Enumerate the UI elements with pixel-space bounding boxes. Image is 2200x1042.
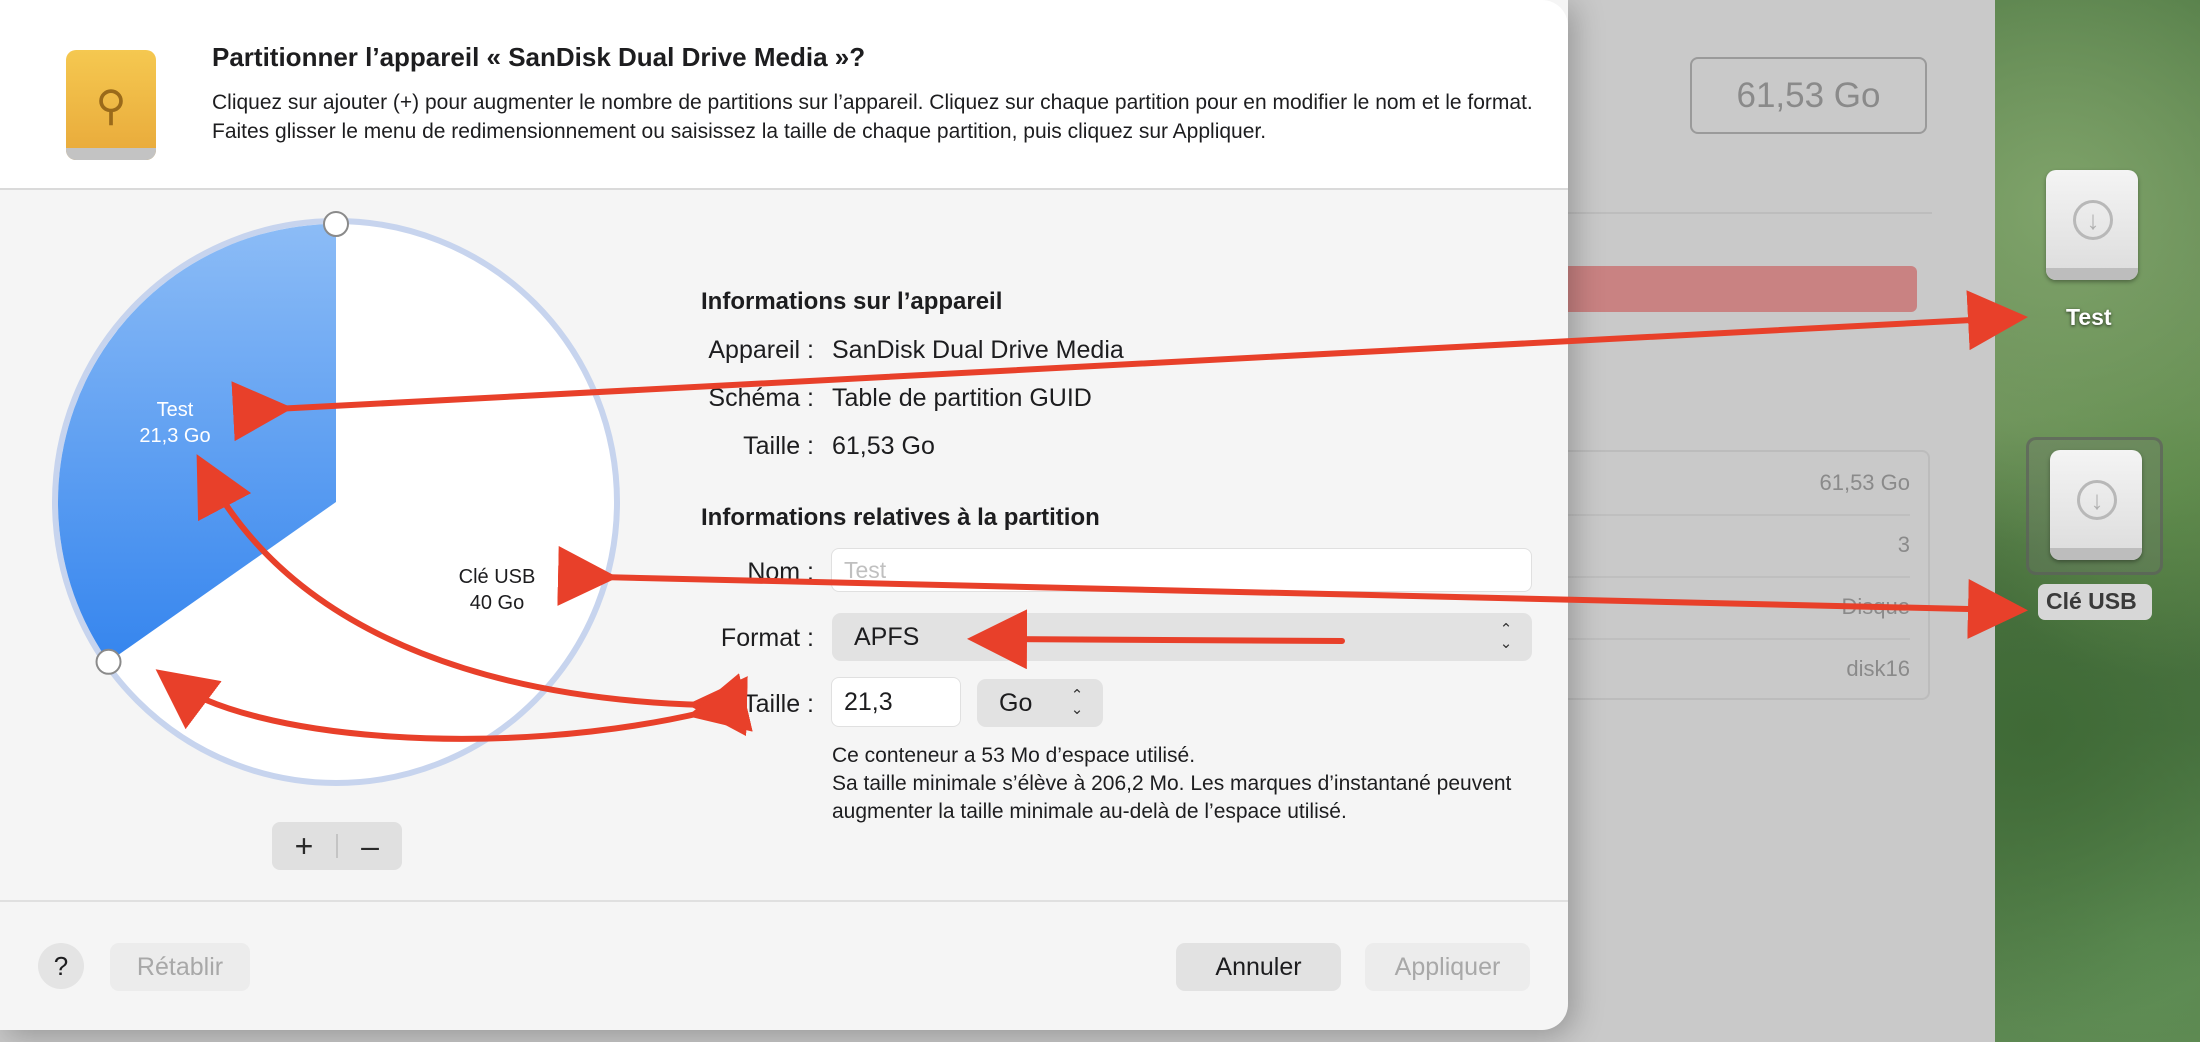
desktop-drive-usb-label[interactable]: Clé USB [2046, 588, 2137, 615]
pie-label-usb-size: 40 Go [470, 592, 524, 614]
device-size-value: 61,53 Go [832, 432, 935, 460]
device-label: Appareil : [708, 336, 814, 364]
partition-dialog: ⚲ Partitionner l’appareil « SanDisk Dual… [0, 0, 1568, 1030]
dialog-header: ⚲ Partitionner l’appareil « SanDisk Dual… [0, 0, 1568, 190]
device-value: SanDisk Dual Drive Media [832, 336, 1124, 364]
partition-size-label: Taille : [743, 690, 814, 718]
updown-chevron-icon: ⌃ ⌄ [1499, 621, 1513, 652]
background-info-table: 61,53 Go 3 Disque disk16 [1560, 450, 1930, 700]
background-separator [1560, 212, 1932, 214]
remove-partition-button[interactable]: – [338, 822, 402, 870]
pie-label-usb-name: Clé USB [459, 566, 536, 588]
size-unit-value: Go [999, 688, 1033, 717]
desktop-drive-test[interactable]: ↓ [2046, 170, 2138, 280]
updown-chevron-icon: ⌃ ⌄ [1070, 687, 1084, 718]
desktop-drive-test-label[interactable]: Test [2066, 304, 2112, 331]
add-partition-button[interactable]: + [272, 822, 336, 870]
background-table-row: 61,53 Go [1562, 452, 1910, 516]
note-line-1: Ce conteneur a 53 Mo d’espace utilisé. [832, 744, 1196, 767]
partition-info-heading: Informations relatives à la partition [701, 504, 1100, 531]
background-table-row: disk16 [1846, 656, 1910, 681]
format-select[interactable]: APFS ⌃ ⌄ [832, 613, 1532, 661]
apply-button[interactable]: Appliquer [1365, 943, 1530, 991]
note-line-2: Sa taille minimale s’élève à 206,2 Mo. L… [832, 772, 1512, 823]
footer-divider [0, 900, 1568, 902]
background-table-row: Disque [1562, 576, 1910, 640]
pie-resize-handle-top[interactable] [323, 211, 349, 237]
download-circle-icon: ↓ [2077, 480, 2117, 520]
scheme-value: Table de partition GUID [832, 384, 1092, 412]
format-label: Format : [720, 624, 814, 652]
revert-button[interactable]: Rétablir [110, 943, 250, 991]
pie-label-test-size: 21,3 Go [139, 425, 210, 447]
partition-size-field[interactable] [831, 677, 961, 727]
pie-label-test-name: Test [157, 399, 194, 421]
desktop-drive-usb[interactable]: ↓ [2050, 450, 2142, 560]
name-label: Nom : [747, 558, 814, 586]
external-drive-icon: ⚲ [66, 50, 156, 160]
partition-name-field[interactable] [831, 548, 1532, 592]
download-circle-icon: ↓ [2073, 200, 2113, 240]
dialog-description: Cliquez sur ajouter (+) pour augmenter l… [212, 91, 1533, 143]
partition-pie-chart[interactable]: Test 21,3 Go Clé USB 40 Go [0, 190, 680, 810]
usb-icon: ⚲ [95, 81, 127, 129]
device-size-label: Taille : [743, 432, 814, 460]
dialog-title: Partitionner l’appareil « SanDisk Dual D… [212, 42, 866, 72]
device-info-heading: Informations sur l’appareil [701, 288, 1003, 315]
background-size-box: 61,53 Go [1690, 57, 1927, 134]
add-remove-partition-control: + – [272, 822, 402, 870]
cancel-button[interactable]: Annuler [1176, 943, 1341, 991]
scheme-label: Schéma : [708, 384, 814, 412]
format-value: APFS [854, 622, 920, 651]
container-usage-note: Ce conteneur a 53 Mo d’espace utilisé. S… [832, 742, 1532, 826]
background-usage-bar [1560, 266, 1917, 312]
help-button[interactable]: ? [38, 943, 84, 989]
background-table-row: 3 [1562, 514, 1910, 578]
pie-resize-handle-bottom[interactable] [95, 648, 122, 675]
size-unit-select[interactable]: Go ⌃ ⌄ [977, 679, 1103, 727]
